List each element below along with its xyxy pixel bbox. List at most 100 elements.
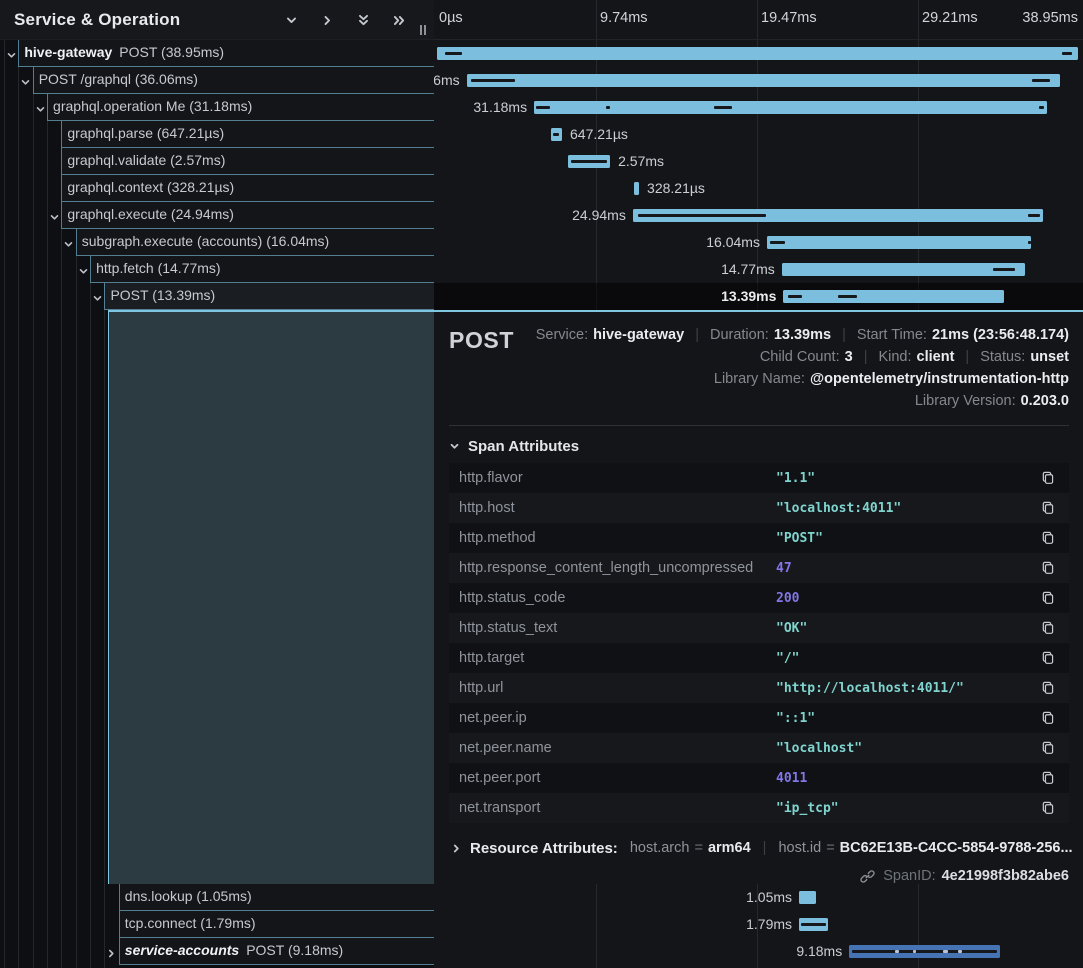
tree-row[interactable]: graphql.validate (2.57ms)2.57ms [0,148,1083,175]
attribute-key: http.status_text [459,620,776,636]
tree-cell: graphql.validate (2.57ms) [0,148,434,175]
tree-row[interactable]: graphql.execute (24.94ms)24.94ms [0,202,1083,229]
chevron-down-icon[interactable] [78,264,89,282]
attribute-key: net.transport [459,800,776,816]
tree-row[interactable]: hive-gatewayPOST (38.95ms) [0,40,1083,67]
ruler-tick-label: 29.21ms [922,10,978,26]
chevron-down-icon[interactable] [63,237,74,255]
chevron-right-icon [451,843,462,854]
copy-icon[interactable] [1041,561,1055,575]
attribute-key: http.method [459,530,776,546]
ruler-tick-label: 9.74ms [600,10,648,26]
tree-row[interactable]: graphql.operation Me (31.18ms)31.18ms [0,94,1083,121]
chevron-down-icon[interactable] [92,291,103,309]
child-span-marker [1028,241,1031,244]
span-bar[interactable] [799,891,816,904]
ruler-tick-label: 38.95ms [1022,10,1078,26]
span-bar[interactable] [767,236,1031,249]
span-bar[interactable] [633,209,1043,222]
copy-icon[interactable] [1041,801,1055,815]
resource-attributes-toggle[interactable]: Resource Attributes: host.arch=arm64|hos… [449,837,1069,859]
copy-icon[interactable] [1041,741,1055,755]
waterfall-cell: 13.39ms [434,283,1083,310]
span-name: graphql.execute (24.94ms) [61,202,434,229]
chevron-right-icon[interactable] [321,14,334,27]
waterfall-cell [434,40,1083,67]
span-bar[interactable] [437,47,1078,60]
tree-row[interactable]: http.fetch (14.77ms)14.77ms [0,256,1083,283]
attribute-value: "http://localhost:4011/" [776,681,1041,696]
waterfall-cell: 9.18ms [434,938,1083,965]
copy-icon[interactable] [1041,651,1055,665]
panel-resize-handle[interactable] [420,25,427,35]
child-span-marker [801,923,826,926]
copy-icon[interactable] [1041,621,1055,635]
tree-row[interactable]: graphql.parse (647.21µs)647.21µs [0,121,1083,148]
meta-label: Service: [536,324,588,346]
meta-value: 13.39ms [774,324,831,346]
tree-row[interactable]: tcp.connect (1.79ms)1.79ms [0,911,1083,938]
child-span-marker [571,160,607,163]
span-bar[interactable] [849,945,1000,958]
chevron-down-icon[interactable] [49,210,60,228]
duration-label: 31.18ms [473,94,527,121]
duration-label: 328.21µs [647,175,705,202]
tree-row[interactable]: graphql.context (328.21µs)328.21µs [0,175,1083,202]
double-chevron-down-icon[interactable] [357,14,370,27]
tree-row[interactable]: subgraph.execute (accounts) (16.04ms)16.… [0,229,1083,256]
link-icon[interactable] [860,869,875,884]
operation-label: dns.lookup (1.05ms) [125,888,252,904]
separator: | [864,346,868,368]
span-bar[interactable] [534,101,1047,114]
service-name: service-accounts [125,942,239,958]
copy-icon[interactable] [1041,771,1055,785]
waterfall-cell: 16.04ms [434,229,1083,256]
tree-cell: service-accountsPOST (9.18ms) [0,938,434,965]
attribute-row: http.target"/" [449,643,1069,673]
span-name: http.fetch (14.77ms) [90,256,434,283]
chevron-right-icon[interactable] [106,946,117,964]
copy-icon[interactable] [1041,591,1055,605]
child-span-dot [895,950,899,953]
attribute-row: net.peer.ip"::1" [449,703,1069,733]
tree-cell: graphql.execute (24.94ms) [0,202,434,229]
meta-value: hive-gateway [593,324,684,346]
equals-sign: = [826,840,834,856]
span-attributes-toggle[interactable]: Span Attributes [449,435,1069,457]
tree-row[interactable]: dns.lookup (1.05ms)1.05ms [0,884,1083,911]
span-attributes-title: Span Attributes [468,438,579,455]
copy-icon[interactable] [1041,711,1055,725]
tree-row[interactable]: service-accountsPOST (9.18ms) 9.18ms [0,938,1083,965]
meta-label: Duration: [710,324,769,346]
span-bar[interactable] [782,263,1025,276]
span-bar[interactable] [467,74,1060,87]
chevron-down-icon[interactable] [35,102,46,120]
duration-label: 9.18ms [796,938,842,965]
copy-icon[interactable] [1041,531,1055,545]
child-span-marker [471,79,515,82]
span-name: hive-gatewayPOST (38.95ms) [18,40,434,67]
span-bar[interactable] [634,182,639,195]
child-span-marker [1062,52,1072,55]
tree-row[interactable]: POST (13.39ms)13.39ms [0,283,1083,310]
chevron-down-icon[interactable] [6,48,17,66]
tree-row[interactable]: POST /graphql (36.06ms)36.06ms [0,67,1083,94]
span-bar[interactable] [551,128,562,141]
span-id-label: SpanID: [883,868,935,884]
timeline-ruler: 0µs9.74ms19.47ms29.21ms38.95ms [434,0,1083,40]
meta-value: 0.203.0 [1021,390,1069,412]
span-bar[interactable] [568,155,610,168]
child-span-marker [1032,79,1050,82]
span-bar[interactable] [799,918,828,931]
span-bar[interactable] [783,290,1003,303]
copy-icon[interactable] [1041,501,1055,515]
tree-cell: subgraph.execute (accounts) (16.04ms) [0,229,434,256]
chevron-down-icon[interactable] [285,14,298,27]
attribute-value: "::1" [776,711,1041,726]
separator: | [965,346,969,368]
double-chevron-right-icon[interactable] [393,14,406,27]
copy-icon[interactable] [1041,471,1055,485]
span-id-value: 4e21998f3b82abe6 [942,868,1069,884]
chevron-down-icon[interactable] [20,75,31,93]
copy-icon[interactable] [1041,681,1055,695]
